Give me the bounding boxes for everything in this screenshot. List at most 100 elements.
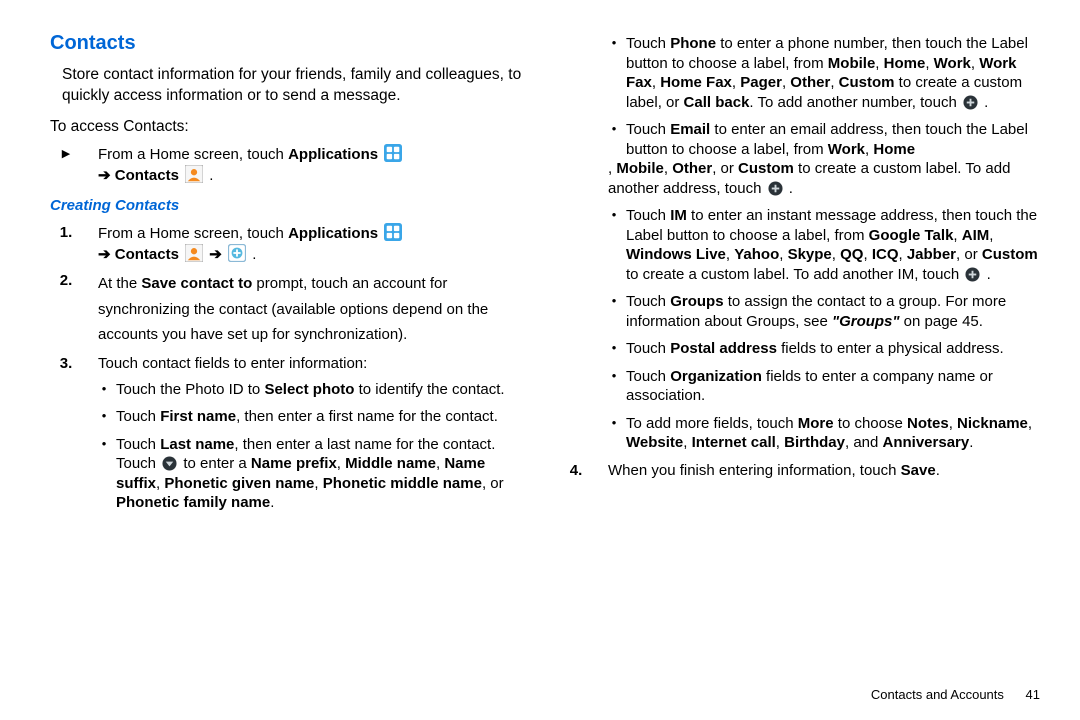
text: to create a custom label. To add another… xyxy=(626,266,963,283)
notes-label: Notes xyxy=(907,415,949,432)
bullet-content: Touch Groups to assign the contact to a … xyxy=(626,292,1040,331)
mobile-label: Mobile xyxy=(828,55,876,72)
text: , xyxy=(337,455,345,472)
phonetic-given-label: Phonetic given name xyxy=(164,475,314,492)
text: From a Home screen, touch xyxy=(98,146,288,163)
text: to identify the contact. xyxy=(354,381,504,398)
text: , xyxy=(830,74,838,91)
access-step-content: From a Home screen, touch Applications ➔… xyxy=(98,144,530,187)
text: To add more fields, touch xyxy=(626,415,798,432)
step-number: 2. xyxy=(50,271,82,291)
first-name-label: First name xyxy=(160,408,236,425)
bullet-postal: • Touch Postal address fields to enter a… xyxy=(608,339,1040,359)
manual-page: Contacts Store contact information for y… xyxy=(0,0,1080,720)
home-label: Home xyxy=(873,141,915,158)
bullet-organization: • Touch Organization fields to enter a c… xyxy=(608,367,1040,406)
text: , or xyxy=(482,475,504,492)
footer-section-label: Contacts and Accounts xyxy=(871,687,1004,702)
left-column: Contacts Store contact information for y… xyxy=(50,30,530,700)
bullet-dot-icon: • xyxy=(608,367,620,385)
arrow-icon: ➔ xyxy=(98,246,115,263)
pager-label: Pager xyxy=(740,74,782,91)
arrow-icon: ➔ xyxy=(209,246,226,263)
step-3-content: Touch contact fields to enter informatio… xyxy=(98,354,530,374)
text: , xyxy=(898,246,906,263)
text: , or xyxy=(712,160,738,177)
text: Touch the Photo ID to xyxy=(116,381,264,398)
add-contact-icon xyxy=(228,244,246,262)
phone-label: Phone xyxy=(670,35,716,52)
bullet-dot-icon: • xyxy=(98,407,110,425)
text: Touch xyxy=(116,408,160,425)
bullet-dot-icon: • xyxy=(608,414,620,432)
heading-contacts: Contacts xyxy=(50,30,530,57)
text: , xyxy=(726,246,734,263)
text: , then enter a first name for the contac… xyxy=(236,408,498,425)
text: , xyxy=(664,160,672,177)
work-label: Work xyxy=(828,141,865,158)
step-3: 3. Touch contact fields to enter informa… xyxy=(50,354,530,374)
bullet-dot-icon: • xyxy=(98,435,110,453)
googletalk-label: Google Talk xyxy=(869,227,954,244)
custom-label: Custom xyxy=(839,74,895,91)
intro-paragraph: Store contact information for your frien… xyxy=(62,65,530,107)
other-label: Other xyxy=(672,160,712,177)
heading-creating-contacts: Creating Contacts xyxy=(50,196,530,216)
text: , xyxy=(989,227,993,244)
icq-label: ICQ xyxy=(872,246,899,263)
email-label: Email xyxy=(670,121,710,138)
bullet-dot-icon: • xyxy=(608,292,620,310)
bullet-email: • Touch Email to enter an email address,… xyxy=(608,120,1040,198)
text: , xyxy=(1028,415,1032,432)
text: , xyxy=(683,434,691,451)
text: , xyxy=(832,246,840,263)
page-footer: Contacts and Accounts 41 xyxy=(871,687,1040,702)
other-label: Other xyxy=(790,74,830,91)
phonetic-family-label: Phonetic family name xyxy=(116,494,270,511)
nickname-label: Nickname xyxy=(957,415,1028,432)
select-photo-label: Select photo xyxy=(264,381,354,398)
anniversary-label: Anniversary xyxy=(883,434,970,451)
groups-crossref: "Groups" xyxy=(832,313,900,330)
step-4: 4. When you finish entering information,… xyxy=(560,461,1040,481)
bullet-last-name: • Touch Last name, then enter a last nam… xyxy=(98,435,530,513)
text: . xyxy=(982,266,990,283)
bullet-content: To add more fields, touch More to choose… xyxy=(626,414,1040,453)
text: , xyxy=(949,415,957,432)
text: fields to enter a physical address. xyxy=(777,340,1004,357)
step-1-content: From a Home screen, touch Applications ➔… xyxy=(98,223,530,266)
applications-label: Applications xyxy=(288,225,378,242)
step-number: 3. xyxy=(50,354,82,374)
birthday-label: Birthday xyxy=(784,434,845,451)
text: Touch xyxy=(626,121,670,138)
text: Touch xyxy=(626,368,670,385)
text: , xyxy=(779,246,787,263)
text: . xyxy=(936,462,940,479)
text: , xyxy=(732,74,740,91)
applications-icon xyxy=(384,144,402,162)
step-2: 2. At the Save contact to prompt, touch … xyxy=(50,271,530,348)
contacts-icon xyxy=(185,165,203,183)
contacts-label: Contacts xyxy=(115,246,179,263)
step-number: 1. xyxy=(50,223,82,243)
more-label: More xyxy=(798,415,834,432)
callback-label: Call back xyxy=(684,94,750,111)
triangle-bullet-icon: ▶ xyxy=(50,147,82,162)
text: . xyxy=(785,180,793,197)
step-3-bullets-continued: • Touch Phone to enter a phone number, t… xyxy=(608,34,1040,453)
work-label: Work xyxy=(934,55,971,72)
save-label: Save xyxy=(901,462,936,479)
add-icon xyxy=(963,95,978,110)
text: , xyxy=(863,246,871,263)
bullet-dot-icon: • xyxy=(608,34,620,52)
text: At the xyxy=(98,275,141,292)
jabber-label: Jabber xyxy=(907,246,956,263)
bullet-content: Touch First name, then enter a first nam… xyxy=(116,407,530,427)
text: , xyxy=(971,55,979,72)
bullet-content: Touch IM to enter an instant message add… xyxy=(626,206,1040,284)
bullet-phone: • Touch Phone to enter a phone number, t… xyxy=(608,34,1040,112)
arrow-icon: ➔ xyxy=(98,167,115,184)
phonetic-middle-label: Phonetic middle name xyxy=(323,475,482,492)
text: Touch xyxy=(116,436,160,453)
bullet-more-fields: • To add more fields, touch More to choo… xyxy=(608,414,1040,453)
